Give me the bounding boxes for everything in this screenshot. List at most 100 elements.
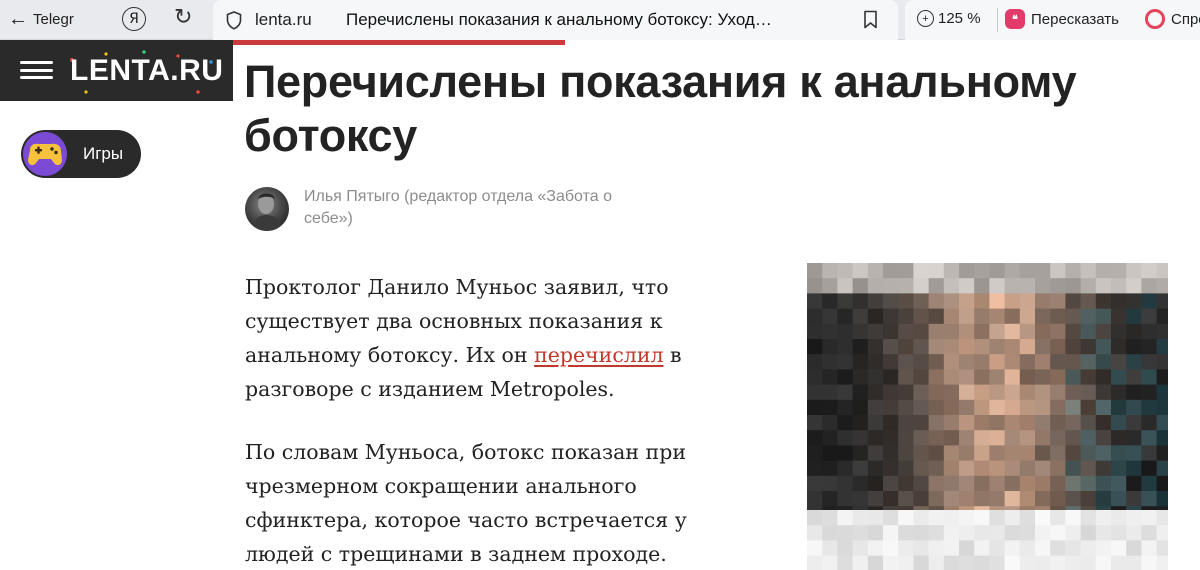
mosaic-cell: [822, 293, 838, 310]
mosaic-cell: [943, 399, 960, 416]
mosaic-cell: [807, 445, 823, 462]
mosaic-cell: [1111, 263, 1127, 279]
mosaic-cell: [1156, 384, 1168, 401]
author-avatar[interactable]: [245, 187, 289, 231]
zoom-icon: +: [917, 10, 934, 27]
ask-alice-button[interactable]: Спро: [1145, 9, 1200, 29]
back-button[interactable]: ← Telegr: [8, 7, 74, 31]
mosaic-cell: [1050, 354, 1066, 370]
mosaic-cell: [1065, 278, 1082, 294]
caption-mosaic-cell: [1004, 540, 1021, 557]
yandex-icon[interactable]: Я: [122, 7, 146, 31]
mosaic-cell: [1065, 263, 1082, 279]
mosaic-cell: [943, 323, 960, 340]
caption-mosaic-cell: [1004, 525, 1021, 541]
browser-toolbar: ← Telegr Я ↻ lenta.ru Перечислены показа…: [0, 0, 1200, 40]
mosaic-cell: [1080, 323, 1097, 340]
mosaic-cell: [1065, 354, 1082, 370]
zoom-control[interactable]: + 125 %: [917, 10, 981, 27]
source-link[interactable]: перечислил: [534, 343, 663, 367]
mosaic-cell: [974, 430, 990, 446]
mosaic-cell: [1035, 339, 1051, 355]
mosaic-cell: [943, 445, 960, 462]
mosaic-cell: [1080, 399, 1097, 416]
mosaic-cell: [898, 491, 914, 507]
caption-mosaic-cell: [913, 510, 930, 526]
mosaic-cell: [989, 263, 1006, 279]
mosaic-cell: [867, 323, 884, 340]
mosaic-cell: [807, 308, 823, 325]
censored-photo: [807, 263, 1168, 510]
mosaic-cell: [837, 415, 854, 431]
caption-mosaic-cell: [852, 555, 869, 570]
mosaic-cell: [883, 263, 899, 279]
mosaic-cell: [1141, 430, 1158, 446]
mosaic-cell: [1050, 399, 1066, 416]
back-arrow-icon: ←: [8, 8, 28, 30]
caption-mosaic-cell: [1156, 510, 1168, 526]
bookmark-icon[interactable]: [863, 10, 878, 29]
mosaic-cell: [852, 415, 869, 431]
mosaic-cell: [883, 354, 899, 370]
mosaic-cell: [1080, 369, 1097, 386]
mosaic-cell: [1095, 399, 1112, 416]
mosaic-cell: [1050, 323, 1066, 340]
games-button[interactable]: Игры: [21, 130, 141, 178]
mosaic-cell: [1080, 308, 1097, 325]
reload-icon[interactable]: ↻: [174, 5, 192, 30]
menu-icon[interactable]: [20, 61, 53, 79]
author-name[interactable]: Илья Пятыго (редактор отдела «Забота о с…: [304, 186, 664, 230]
mosaic-cell: [959, 339, 975, 355]
mosaic-cell: [959, 445, 975, 462]
mosaic-cell: [1126, 278, 1142, 294]
mosaic-cell: [989, 430, 1006, 446]
blurred-caption: [807, 510, 1168, 570]
mosaic-cell: [974, 308, 990, 325]
mosaic-cell: [1126, 460, 1142, 477]
retell-button[interactable]: ❝ Пересказать: [1005, 9, 1119, 29]
caption-mosaic-cell: [867, 510, 884, 526]
mosaic-cell: [928, 384, 945, 401]
mosaic-cell: [1111, 491, 1127, 507]
mosaic-cell: [959, 430, 975, 446]
mosaic-cell: [898, 308, 914, 325]
mosaic-cell: [1126, 293, 1142, 310]
mosaic-cell: [867, 430, 884, 446]
mosaic-cell: [837, 491, 854, 507]
shield-icon[interactable]: [226, 11, 242, 30]
mosaic-cell: [943, 339, 960, 355]
caption-mosaic-cell: [974, 525, 990, 541]
mosaic-cell: [1080, 475, 1097, 492]
mosaic-cell: [943, 460, 960, 477]
caption-mosaic-cell: [837, 540, 854, 557]
mosaic-cell: [1080, 430, 1097, 446]
mosaic-cell: [1141, 354, 1158, 370]
mosaic-cell: [989, 460, 1006, 477]
mosaic-cell: [837, 323, 854, 340]
mosaic-cell: [913, 475, 930, 492]
mosaic-cell: [898, 339, 914, 355]
mosaic-cell: [807, 369, 823, 386]
mosaic-cell: [898, 460, 914, 477]
caption-mosaic-cell: [807, 525, 823, 541]
mosaic-cell: [1095, 384, 1112, 401]
mosaic-cell: [959, 354, 975, 370]
site-logo[interactable]: LENTA.RU: [70, 54, 223, 88]
mosaic-cell: [1004, 354, 1021, 370]
mosaic-cell: [898, 354, 914, 370]
address-bar[interactable]: lenta.ru Перечислены показания к анально…: [213, 0, 898, 40]
mosaic-cell: [837, 369, 854, 386]
mosaic-cell: [943, 308, 960, 325]
mosaic-cell: [1019, 278, 1036, 294]
mosaic-cell: [974, 323, 990, 340]
mosaic-cell: [943, 263, 960, 279]
mosaic-cell: [989, 384, 1006, 401]
mosaic-cell: [837, 278, 854, 294]
article-image-pixelated[interactable]: [807, 263, 1168, 510]
mosaic-cell: [1111, 308, 1127, 325]
caption-mosaic-cell: [943, 540, 960, 557]
mosaic-cell: [883, 384, 899, 401]
mosaic-cell: [837, 293, 854, 310]
mosaic-cell: [837, 399, 854, 416]
mosaic-cell: [867, 308, 884, 325]
